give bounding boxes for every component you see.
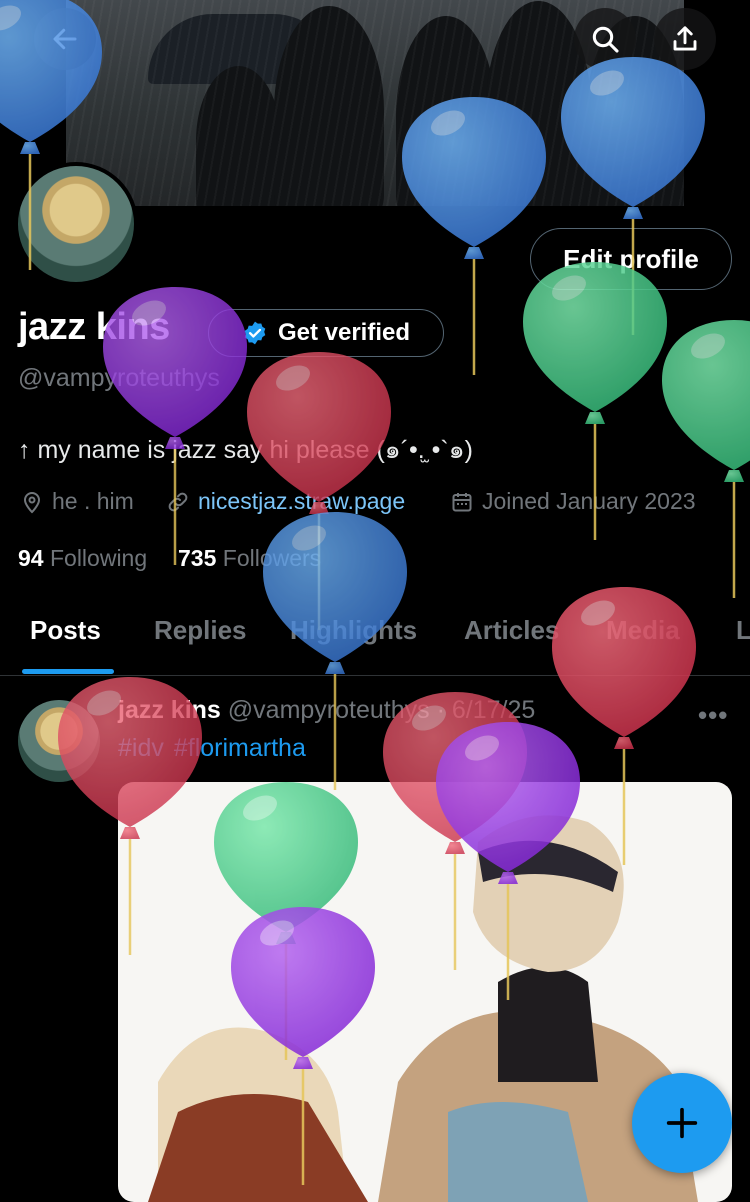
tab-articles[interactable]: Articles — [464, 615, 559, 646]
share-icon — [673, 26, 697, 51]
following-count: 94 — [18, 545, 44, 571]
tabs-divider — [0, 675, 750, 676]
active-tab-indicator — [22, 669, 114, 674]
compose-post-button[interactable] — [632, 1073, 732, 1173]
tab-highlights[interactable]: Highlights — [290, 615, 417, 646]
post-avatar[interactable] — [18, 700, 100, 782]
edit-profile-button[interactable]: Edit profile — [530, 228, 732, 290]
pronouns-meta: he . him — [20, 488, 134, 515]
post-tags: #idv #florimartha — [118, 734, 316, 763]
plus-icon — [666, 1107, 698, 1139]
get-verified-label: Get verified — [277, 319, 411, 346]
tab-likes[interactable]: L — [736, 615, 750, 646]
link-icon — [168, 492, 188, 511]
followers-link[interactable]: 735 Followers — [178, 545, 321, 572]
arrow-left-icon — [53, 28, 77, 50]
calendar-icon — [452, 492, 472, 511]
joined-meta: Joined January 2023 — [450, 488, 696, 515]
search-button[interactable] — [574, 8, 636, 70]
location-pin-icon — [23, 491, 41, 513]
profile-bio: ↑ my name is jazz say hi please (๑´•.̫ •… — [18, 436, 473, 464]
profile-handle: @vampyroteuthys — [18, 364, 220, 392]
search-icon — [592, 26, 619, 53]
website-text[interactable]: nicestjaz.straw.page — [198, 488, 405, 515]
profile-avatar[interactable] — [14, 162, 138, 286]
tab-posts[interactable]: Posts — [30, 615, 101, 646]
pronouns-text: he . him — [52, 488, 134, 514]
get-verified-button[interactable]: Get verified — [208, 309, 444, 357]
post-author-name[interactable]: jazz kins — [118, 696, 221, 724]
post-handle-date: @vampyroteuthys · 6/17/25 — [227, 696, 536, 724]
balloon-decoration — [662, 320, 750, 598]
website-link[interactable]: nicestjaz.straw.page — [166, 488, 405, 515]
tab-replies[interactable]: Replies — [154, 615, 247, 646]
followers-label: Followers — [222, 545, 322, 571]
following-link[interactable]: 94 Following — [18, 545, 147, 572]
verified-badge-icon — [244, 321, 266, 345]
followers-count: 735 — [178, 545, 217, 571]
post-more-button[interactable]: ••• — [698, 700, 728, 731]
tab-media[interactable]: Media — [606, 615, 680, 646]
following-label: Following — [49, 545, 148, 571]
profile-name: jazz kins — [18, 306, 170, 348]
post-header: jazz kins @vampyroteuthys · 6/17/25 — [118, 696, 535, 725]
hashtag-link[interactable]: #idv — [118, 734, 164, 762]
joined-text: Joined January 2023 — [482, 488, 696, 514]
hashtag-link[interactable]: #florimartha — [174, 734, 306, 762]
share-button[interactable] — [654, 8, 716, 70]
back-button[interactable] — [34, 8, 96, 70]
